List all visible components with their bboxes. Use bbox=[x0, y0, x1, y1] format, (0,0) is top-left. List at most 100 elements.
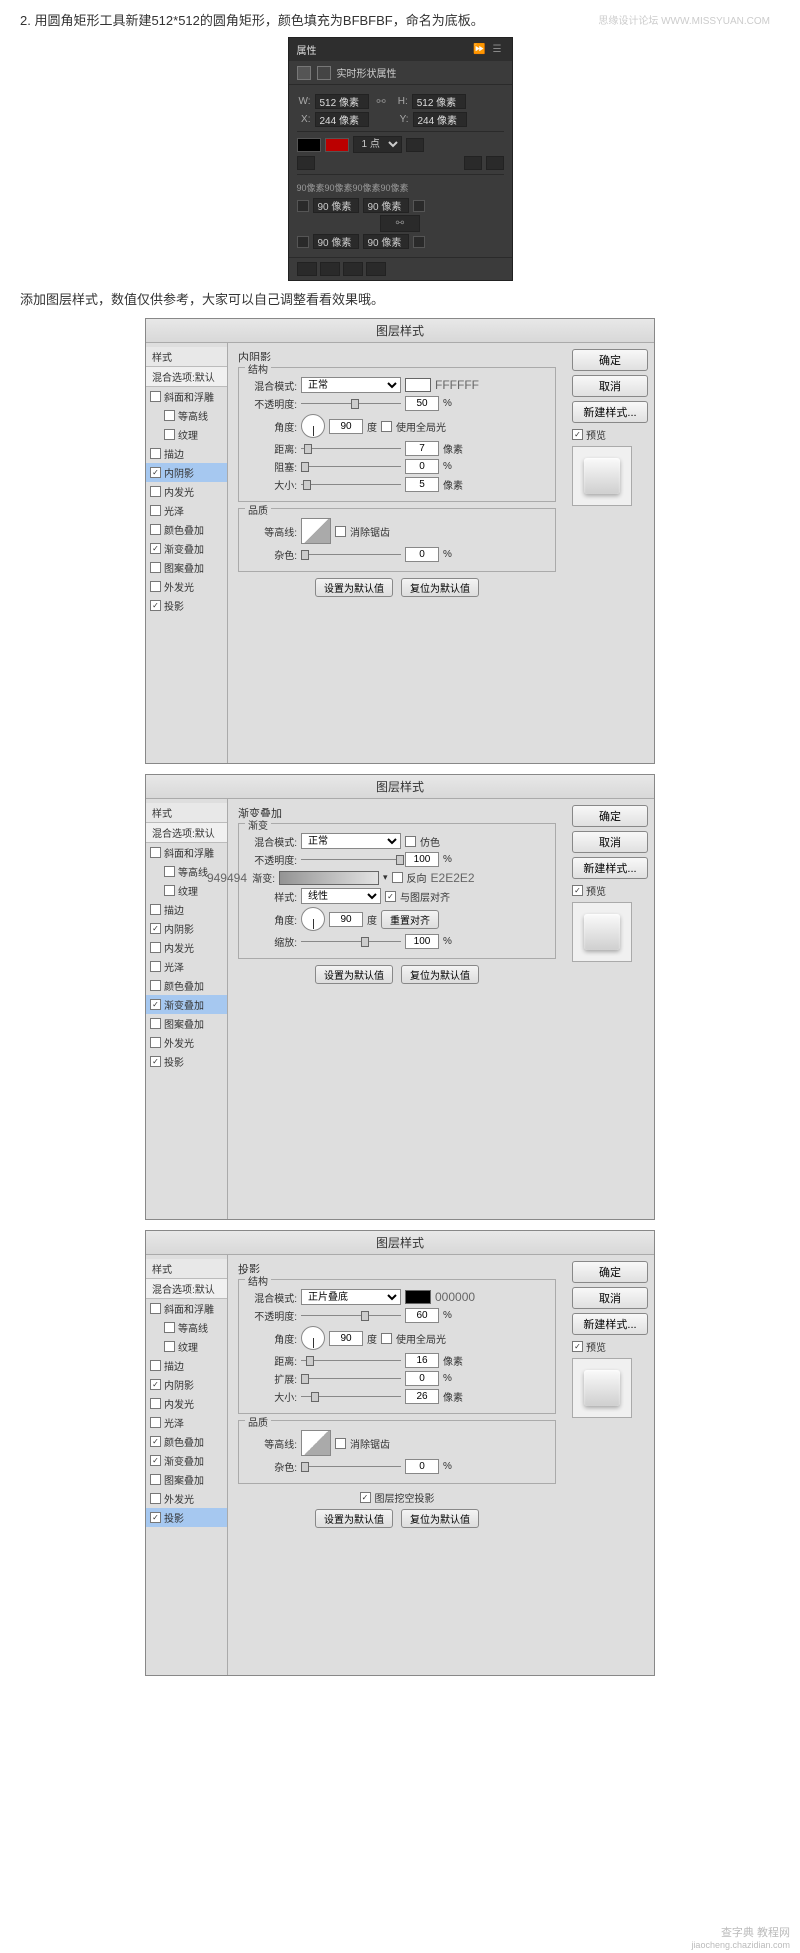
link-wh-icon[interactable]: ⚯ bbox=[373, 95, 390, 108]
reset-default-button[interactable]: 复位为默认值 bbox=[401, 578, 479, 597]
item-satin[interactable]: 光泽 bbox=[146, 501, 227, 520]
choke-input[interactable] bbox=[405, 459, 439, 474]
angle-dial[interactable] bbox=[301, 1326, 325, 1350]
antialias-checkbox[interactable] bbox=[335, 1438, 346, 1449]
corner-tl-input[interactable] bbox=[313, 198, 359, 213]
item-pattern-overlay[interactable]: 图案叠加 bbox=[146, 558, 227, 577]
global-light-checkbox[interactable] bbox=[381, 1333, 392, 1344]
opacity-input[interactable] bbox=[405, 1308, 439, 1323]
ok-button[interactable]: 确定 bbox=[572, 1261, 648, 1283]
cancel-button[interactable]: 取消 bbox=[572, 1287, 648, 1309]
item-grad-overlay[interactable]: ✓渐变叠加 bbox=[146, 995, 227, 1014]
distance-input[interactable] bbox=[405, 1353, 439, 1368]
item-satin[interactable]: 光泽 bbox=[146, 1413, 227, 1432]
preview-checkbox[interactable]: ✓ bbox=[572, 429, 583, 440]
spread-slider[interactable] bbox=[301, 1373, 401, 1385]
blend-mode-select[interactable]: 正常 bbox=[301, 377, 401, 393]
corner-br-icon[interactable] bbox=[413, 236, 425, 248]
reset-default-button[interactable]: 复位为默认值 bbox=[401, 1509, 479, 1528]
color-swatch[interactable] bbox=[405, 378, 431, 392]
item-inner-glow[interactable]: 内发光 bbox=[146, 482, 227, 501]
opacity-slider[interactable] bbox=[301, 854, 401, 866]
item-drop-shadow[interactable]: ✓投影 bbox=[146, 1508, 227, 1527]
preview-checkbox[interactable]: ✓ bbox=[572, 1341, 583, 1352]
set-default-button[interactable]: 设置为默认值 bbox=[315, 965, 393, 984]
contour-swatch[interactable] bbox=[301, 1430, 331, 1456]
opacity-input[interactable] bbox=[405, 852, 439, 867]
choke-slider[interactable] bbox=[301, 461, 401, 473]
item-bevel[interactable]: 斜面和浮雕 bbox=[146, 387, 227, 406]
dither-checkbox[interactable] bbox=[405, 836, 416, 847]
size-input[interactable] bbox=[405, 1389, 439, 1404]
corner-tl-icon[interactable] bbox=[297, 200, 309, 212]
panel-menu-icons[interactable]: ⏩ ☰ bbox=[473, 44, 503, 55]
noise-slider[interactable] bbox=[301, 549, 401, 561]
blend-mode-select[interactable]: 正常 bbox=[301, 833, 401, 849]
new-style-button[interactable]: 新建样式... bbox=[572, 857, 648, 879]
item-drop-shadow[interactable]: ✓投影 bbox=[146, 596, 227, 615]
y-input[interactable] bbox=[413, 112, 467, 127]
set-default-button[interactable]: 设置为默认值 bbox=[315, 1509, 393, 1528]
distance-slider[interactable] bbox=[301, 443, 401, 455]
item-outer-glow[interactable]: 外发光 bbox=[146, 1489, 227, 1508]
height-input[interactable] bbox=[412, 94, 466, 109]
item-pattern-overlay[interactable]: 图案叠加 bbox=[146, 1014, 227, 1033]
item-stroke[interactable]: 描边 bbox=[146, 900, 227, 919]
angle-input[interactable] bbox=[329, 1331, 363, 1346]
stroke-style-dropdown[interactable] bbox=[406, 138, 424, 152]
align-checkbox[interactable]: ✓ bbox=[385, 891, 396, 902]
item-pattern-overlay[interactable]: 图案叠加 bbox=[146, 1470, 227, 1489]
item-color-overlay[interactable]: ✓颜色叠加 bbox=[146, 1432, 227, 1451]
item-stroke[interactable]: 描边 bbox=[146, 1356, 227, 1375]
ok-button[interactable]: 确定 bbox=[572, 349, 648, 371]
item-inner-glow[interactable]: 内发光 bbox=[146, 1394, 227, 1413]
link-corners-button[interactable]: ⚯ bbox=[380, 215, 420, 232]
angle-input[interactable] bbox=[329, 419, 363, 434]
antialias-checkbox[interactable] bbox=[335, 526, 346, 537]
item-stroke[interactable]: 描边 bbox=[146, 444, 227, 463]
item-grad-overlay[interactable]: ✓渐变叠加 bbox=[146, 539, 227, 558]
stroke-color-swatch[interactable] bbox=[325, 138, 349, 152]
cap-btn[interactable] bbox=[464, 156, 482, 170]
item-color-overlay[interactable]: 颜色叠加 bbox=[146, 520, 227, 539]
footer-btn-4[interactable] bbox=[366, 262, 386, 276]
new-style-button[interactable]: 新建样式... bbox=[572, 401, 648, 423]
item-outer-glow[interactable]: 外发光 bbox=[146, 577, 227, 596]
cancel-button[interactable]: 取消 bbox=[572, 831, 648, 853]
item-drop-shadow[interactable]: ✓投影 bbox=[146, 1052, 227, 1071]
size-slider[interactable] bbox=[301, 479, 401, 491]
grad-style-select[interactable]: 线性 bbox=[301, 888, 381, 904]
opacity-slider[interactable] bbox=[301, 1310, 401, 1322]
corner-tr-input[interactable] bbox=[363, 198, 409, 213]
scale-input[interactable] bbox=[405, 934, 439, 949]
item-inner-shadow[interactable]: ✓内阴影 bbox=[146, 1375, 227, 1394]
spread-input[interactable] bbox=[405, 1371, 439, 1386]
corner-btn[interactable] bbox=[486, 156, 504, 170]
angle-input[interactable] bbox=[329, 912, 363, 927]
new-style-button[interactable]: 新建样式... bbox=[572, 1313, 648, 1335]
fill-color-swatch[interactable] bbox=[297, 138, 321, 152]
item-contour[interactable]: 等高线 bbox=[146, 406, 227, 425]
corner-bl-icon[interactable] bbox=[297, 236, 309, 248]
item-satin[interactable]: 光泽 bbox=[146, 957, 227, 976]
set-default-button[interactable]: 设置为默认值 bbox=[315, 578, 393, 597]
stroke-width-select[interactable]: 1 点 bbox=[353, 136, 402, 153]
blend-options[interactable]: 混合选项:默认 bbox=[146, 823, 227, 843]
item-texture[interactable]: 纹理 bbox=[146, 425, 227, 444]
distance-input[interactable] bbox=[405, 441, 439, 456]
align-edge-btn[interactable] bbox=[297, 156, 315, 170]
item-inner-shadow[interactable]: ✓内阴影 bbox=[146, 919, 227, 938]
footer-btn-1[interactable] bbox=[297, 262, 317, 276]
scale-slider[interactable] bbox=[301, 936, 401, 948]
gradient-swatch[interactable] bbox=[279, 871, 379, 885]
cancel-button[interactable]: 取消 bbox=[572, 375, 648, 397]
angle-dial[interactable] bbox=[301, 414, 325, 438]
x-input[interactable] bbox=[315, 112, 369, 127]
noise-slider[interactable] bbox=[301, 1461, 401, 1473]
opacity-slider[interactable] bbox=[301, 398, 401, 410]
noise-input[interactable] bbox=[405, 1459, 439, 1474]
width-input[interactable] bbox=[315, 94, 369, 109]
item-texture[interactable]: 纹理 bbox=[146, 1337, 227, 1356]
knockout-checkbox[interactable]: ✓ bbox=[360, 1492, 371, 1503]
item-inner-glow[interactable]: 内发光 bbox=[146, 938, 227, 957]
